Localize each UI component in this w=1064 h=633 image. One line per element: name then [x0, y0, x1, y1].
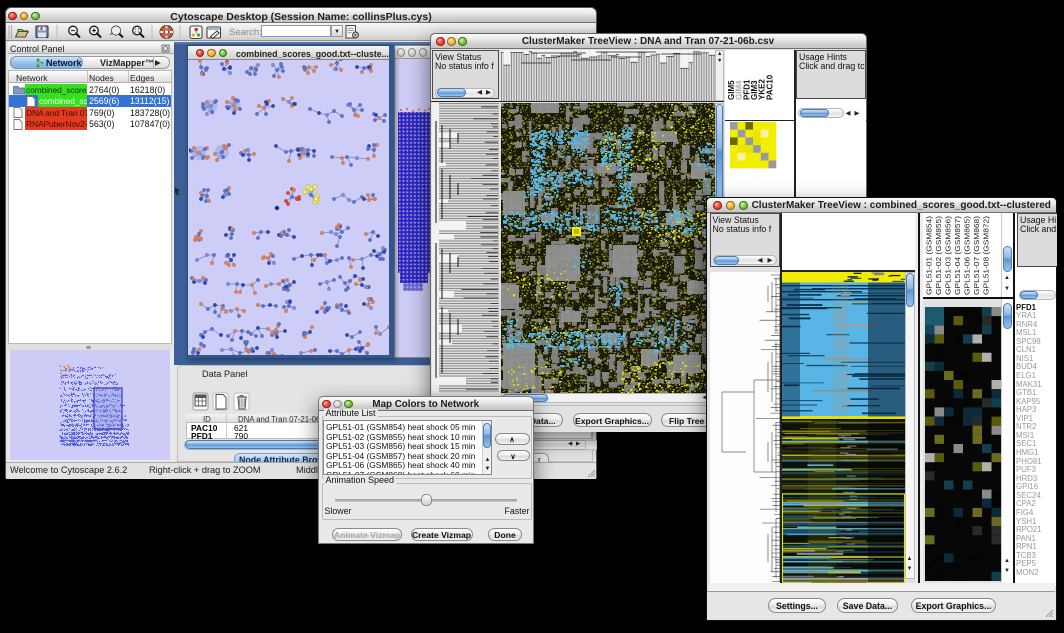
- svg-text:GPL51-02 (GSM855): GPL51-02 (GSM855): [934, 216, 943, 295]
- svg-text:GPL51-03 (GSM856): GPL51-03 (GSM856): [944, 216, 953, 295]
- svg-text:GPL51-07 (GSM868): GPL51-07 (GSM868): [972, 216, 981, 295]
- svg-text:GPL51-04 (GSM857): GPL51-04 (GSM857): [953, 216, 962, 295]
- svg-text:GPL51-08 (GSM872): GPL51-08 (GSM872): [982, 216, 991, 295]
- svg-text:GPL51-06 (GSM865): GPL51-06 (GSM865): [963, 216, 972, 295]
- svg-text:PAC10: PAC10: [765, 74, 774, 100]
- svg-text:GPL51-01 (GSM854): GPL51-01 (GSM854): [925, 216, 934, 295]
